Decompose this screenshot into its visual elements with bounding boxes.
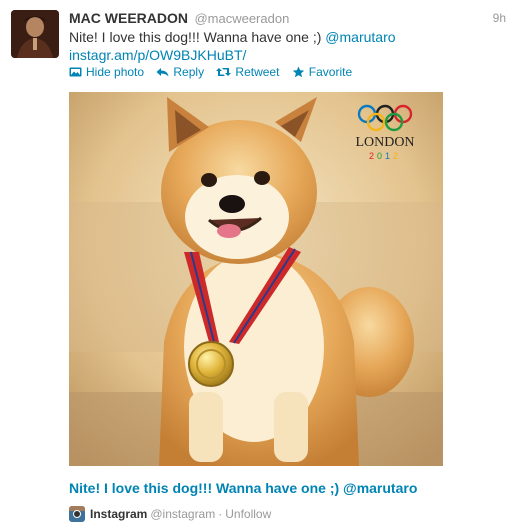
instagram-icon	[69, 506, 85, 522]
unfollow-button[interactable]: Unfollow	[225, 507, 271, 521]
hide-photo-button[interactable]: Hide photo	[69, 65, 144, 79]
reply-button[interactable]: Reply	[156, 65, 204, 79]
tweet-header: MAC WEERADON @macweeradon	[69, 10, 289, 28]
source-name[interactable]: Instagram	[90, 507, 147, 521]
retweet-button[interactable]: Retweet	[216, 65, 279, 79]
overlay-year-text: 2012	[369, 151, 401, 161]
avatar-image	[11, 10, 59, 58]
tweet-photo[interactable]: LONDON 2012	[69, 92, 443, 466]
hide-photo-label: Hide photo	[86, 65, 145, 79]
reply-label: Reply	[173, 65, 205, 79]
retweet-icon	[216, 68, 232, 76]
retweet-label: Retweet	[235, 65, 280, 79]
source-handle[interactable]: @instagram	[150, 507, 215, 521]
favorite-button[interactable]: Favorite	[292, 65, 352, 79]
tweet-timestamp[interactable]: 9h	[493, 11, 506, 25]
author-username[interactable]: @macweeradon	[194, 11, 289, 26]
author-fullname[interactable]: MAC WEERADON	[69, 10, 188, 26]
overlay-london-text: LONDON	[355, 135, 414, 150]
mention-link[interactable]: @marutaro	[325, 29, 395, 45]
tweet-text: Nite! I love this dog!!! Wanna have one …	[69, 28, 499, 64]
tweet-text-body: Nite! I love this dog!!! Wanna have one …	[69, 29, 326, 45]
tweet-actions: Hide photo Reply Retweet Favorite	[69, 65, 361, 81]
favorite-label: Favorite	[308, 65, 353, 79]
star-icon	[292, 66, 304, 78]
source-separator: ·	[218, 507, 223, 521]
instagram-link[interactable]: instagr.am/p/OW9BJKHuBT/	[69, 47, 246, 63]
shiba-photo-image: LONDON 2012	[69, 92, 443, 466]
user-avatar[interactable]	[11, 10, 59, 58]
reply-arrow-icon	[156, 68, 169, 77]
tweet-card: MAC WEERADON @macweeradon 9h Nite! I lov…	[0, 0, 517, 531]
photo-caption[interactable]: Nite! I love this dog!!! Wanna have one …	[69, 480, 417, 496]
photo-source: Instagram @instagram · Unfollow	[69, 506, 271, 522]
photo-icon	[69, 67, 82, 77]
